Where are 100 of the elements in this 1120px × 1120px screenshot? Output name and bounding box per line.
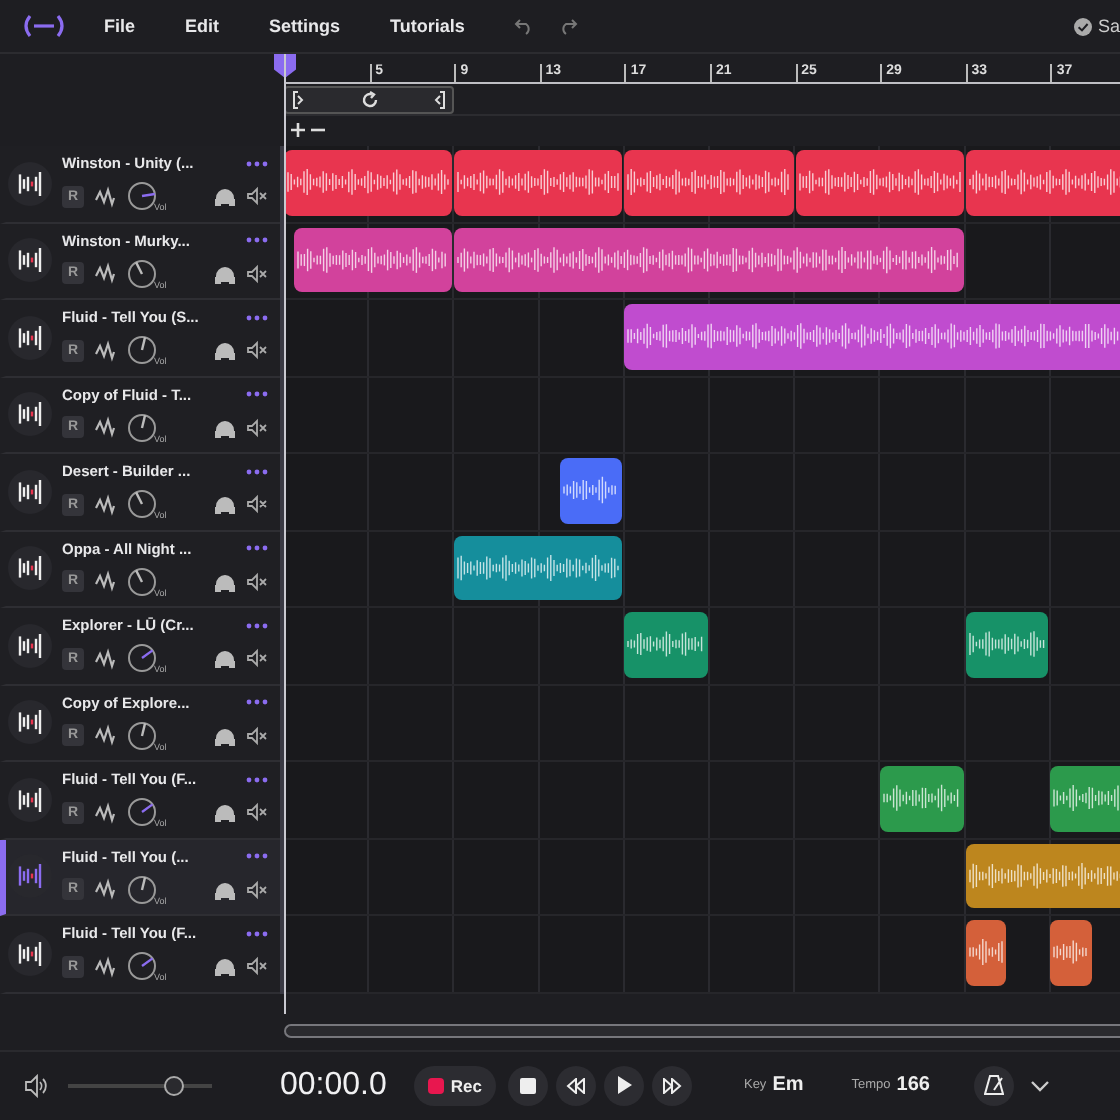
menu-item[interactable]: File: [104, 16, 136, 36]
volume-knob[interactable]: [126, 642, 158, 675]
more-icon[interactable]: [246, 929, 268, 938]
audio-clip[interactable]: [1050, 920, 1092, 985]
waveform-drawing: [880, 782, 964, 815]
volume-knob[interactable]: [126, 565, 158, 598]
more-icon[interactable]: [246, 621, 268, 630]
record-button[interactable]: Rec: [414, 1065, 496, 1106]
audio-track-icon: [14, 629, 46, 662]
menu-item[interactable]: Settings: [269, 16, 341, 36]
volume-knob[interactable]: [126, 411, 158, 444]
audio-track-icon: [14, 398, 46, 431]
mute-icon[interactable]: [246, 494, 268, 515]
tempo-value[interactable]: 166: [896, 1074, 930, 1097]
more-icon[interactable]: [246, 313, 268, 322]
menu-item[interactable]: Edit: [185, 16, 220, 36]
waveform-icon[interactable]: [94, 416, 116, 439]
audio-track-icon: [14, 244, 46, 277]
undo-icon[interactable]: [514, 16, 535, 36]
play-button[interactable]: [603, 1065, 644, 1106]
audio-clip[interactable]: [560, 458, 623, 523]
key-value[interactable]: Em: [772, 1074, 804, 1097]
horizontal-scrollbar[interactable]: [284, 1024, 1120, 1038]
more-icon[interactable]: [246, 852, 268, 861]
audio-clip[interactable]: [795, 150, 964, 215]
mute-icon[interactable]: [246, 802, 268, 823]
waveform-icon[interactable]: [94, 185, 116, 208]
waveform-icon[interactable]: [94, 262, 116, 285]
waveform-icon[interactable]: [94, 955, 116, 978]
audio-clip[interactable]: [965, 920, 1007, 985]
speaker-icon[interactable]: [24, 1073, 48, 1098]
loop-region[interactable]: [284, 86, 455, 114]
rewind-button[interactable]: [555, 1065, 596, 1106]
audio-clip[interactable]: [880, 766, 964, 831]
mute-icon[interactable]: [246, 186, 268, 207]
audio-clip[interactable]: [624, 612, 708, 677]
volume-knob[interactable]: [126, 488, 158, 521]
zoom-in-icon[interactable]: [290, 122, 306, 139]
more-icon[interactable]: [246, 159, 268, 168]
more-icon[interactable]: [246, 390, 268, 399]
playhead-marker[interactable]: [274, 54, 296, 78]
waveform-drawing: [965, 936, 1007, 969]
mute-icon[interactable]: [246, 263, 268, 284]
waveform-icon[interactable]: [94, 339, 116, 362]
loop-icon[interactable]: [359, 90, 380, 110]
audio-clip[interactable]: [284, 150, 453, 215]
mute-icon[interactable]: [246, 648, 268, 669]
loop-start-icon[interactable]: [292, 90, 306, 110]
audio-clip[interactable]: [1050, 766, 1120, 831]
waveform-icon[interactable]: [94, 724, 116, 747]
audio-track-icon: [14, 167, 46, 200]
more-icon[interactable]: [246, 467, 268, 476]
audio-clip[interactable]: [624, 304, 1120, 369]
mute-icon[interactable]: [246, 725, 268, 746]
waveform-icon[interactable]: [94, 647, 116, 670]
audio-clip[interactable]: [965, 150, 1120, 215]
time-display: 00:00.0: [280, 1067, 387, 1104]
stop-button[interactable]: [507, 1065, 548, 1106]
loop-end-icon[interactable]: [432, 90, 447, 110]
more-icon[interactable]: [246, 544, 268, 553]
audio-clip[interactable]: [294, 227, 453, 292]
audio-track-icon: [14, 475, 46, 508]
stop-icon: [519, 1077, 536, 1094]
save-status: Sa: [1097, 16, 1120, 36]
chevron-down-icon[interactable]: [1029, 1077, 1050, 1094]
waveform-icon[interactable]: [94, 801, 116, 824]
waveform-icon[interactable]: [94, 493, 116, 516]
mute-icon[interactable]: [246, 956, 268, 977]
audio-track-icon: [14, 321, 46, 354]
more-icon[interactable]: [246, 698, 268, 707]
volume-knob[interactable]: [126, 950, 158, 983]
audio-clip[interactable]: [965, 843, 1120, 908]
more-icon[interactable]: [246, 775, 268, 784]
mute-icon[interactable]: [246, 879, 268, 900]
fast-forward-button[interactable]: [651, 1065, 692, 1106]
volume-knob[interactable]: [126, 334, 158, 367]
audio-clip[interactable]: [624, 150, 794, 215]
logo-icon: [20, 14, 68, 38]
play-icon: [615, 1076, 632, 1095]
waveform-icon[interactable]: [94, 878, 116, 901]
redo-icon[interactable]: [558, 16, 579, 36]
volume-knob[interactable]: [126, 719, 158, 752]
mute-icon[interactable]: [246, 340, 268, 361]
volume-knob[interactable]: [126, 257, 158, 290]
volume-knob[interactable]: [126, 796, 158, 829]
volume-knob[interactable]: [126, 180, 158, 213]
mute-icon[interactable]: [246, 417, 268, 438]
metronome-button[interactable]: [973, 1065, 1014, 1106]
waveform-drawing: [1050, 782, 1120, 815]
more-icon[interactable]: [246, 236, 268, 245]
waveform-icon[interactable]: [94, 570, 116, 593]
volume-knob[interactable]: [126, 873, 158, 906]
audio-clip[interactable]: [454, 535, 623, 600]
menu-item[interactable]: Tutorials: [390, 16, 465, 36]
slider-thumb[interactable]: [163, 1075, 184, 1096]
audio-clip[interactable]: [965, 612, 1049, 677]
audio-track-icon: [14, 706, 46, 739]
mute-icon[interactable]: [246, 571, 268, 592]
audio-clip[interactable]: [454, 227, 964, 292]
audio-clip[interactable]: [454, 150, 623, 215]
